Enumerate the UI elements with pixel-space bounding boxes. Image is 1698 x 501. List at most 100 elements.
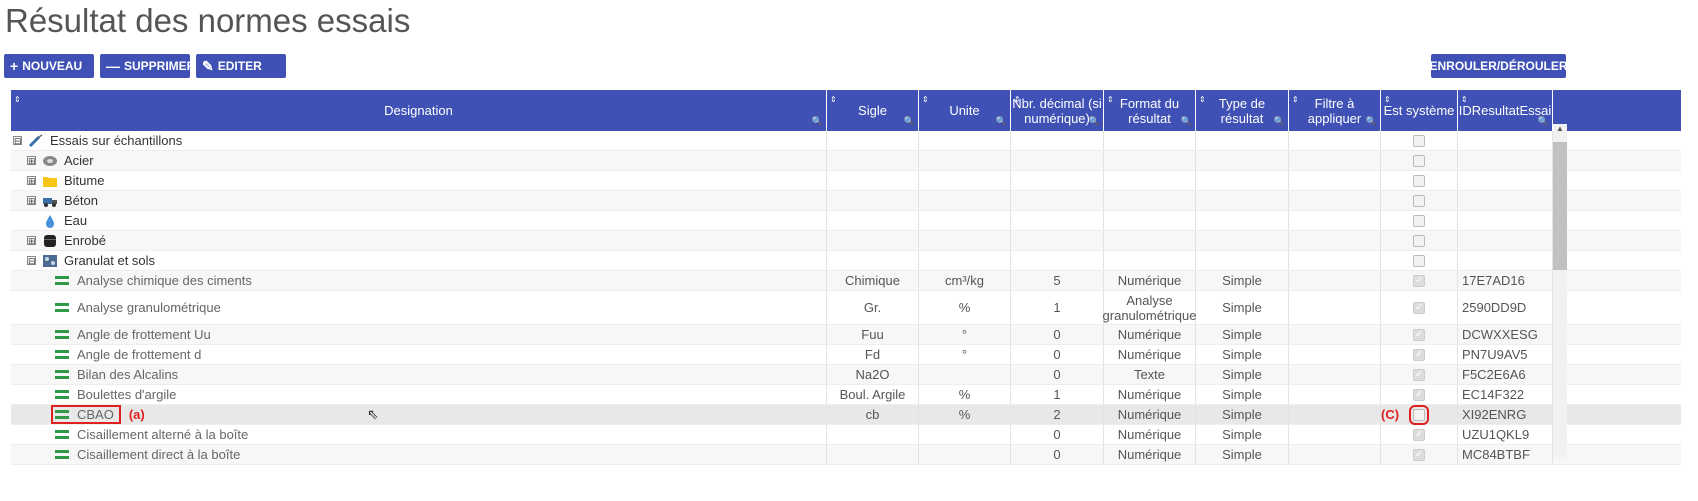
table-row[interactable]: Analyse granulométrique Gr.% 1 Analyse gran… — [11, 291, 1681, 325]
expand-toggle-icon[interactable]: ⊞ — [27, 156, 36, 166]
table-row[interactable]: Boulettes d'argile Boul. Argile% 1 Numériqu… — [11, 385, 1681, 405]
leaf-name: CBAO — [77, 407, 114, 422]
system-checkbox[interactable] — [1413, 427, 1425, 442]
leaf-name: Analyse granulométrique — [77, 300, 221, 315]
id-cell — [1458, 131, 1553, 150]
system-checkbox[interactable] — [1413, 387, 1425, 402]
system-cell — [1381, 345, 1458, 364]
table-row[interactable]: Angle de frottement Uu Fuu ° 0 Numérique Simp… — [11, 325, 1681, 345]
column-header-decimals[interactable]: ⇕ Nbr. décimal (si numérique) 🔍 — [1011, 90, 1104, 131]
sort-icon[interactable]: ⇕ — [922, 92, 929, 107]
column-header-filter[interactable]: ⇕ Filtre à appliquer 🔍 — [1289, 90, 1381, 131]
system-checkbox[interactable] — [1413, 327, 1425, 342]
list-lines-icon — [55, 390, 69, 399]
scrollbar-thumb[interactable] — [1553, 142, 1567, 270]
column-header-type[interactable]: ⇕ Type de résultat 🔍 — [1196, 90, 1289, 131]
system-checkbox[interactable] — [1409, 404, 1429, 425]
tree-row[interactable]: Eau — [11, 211, 1681, 231]
column-header-id[interactable]: ⇕ IDResultatEssai 🔍 — [1458, 90, 1553, 131]
sigle-cell — [827, 191, 919, 210]
tree-row[interactable]: ⊞ Acier — [11, 151, 1681, 171]
filtre-cell — [1289, 291, 1381, 324]
format-cell — [1104, 151, 1196, 170]
filter-search-icon[interactable]: 🔍 — [1366, 114, 1377, 129]
expand-toggle-icon[interactable]: ⊞ — [27, 196, 36, 206]
table-row[interactable]: Analyse chimique des ciments Chimique cm³/… — [11, 271, 1681, 291]
list-lines-icon — [55, 350, 69, 359]
column-header-unite[interactable]: ⇕ Unite 🔍 — [919, 90, 1011, 131]
system-checkbox[interactable] — [1413, 254, 1425, 267]
filtre-cell — [1289, 271, 1381, 290]
format-cell — [1104, 231, 1196, 250]
sigle-cell: Boul. Argile — [827, 385, 919, 404]
sigle-cell: Fuu — [827, 325, 919, 344]
id-cell: DCWXXESG — [1458, 325, 1553, 344]
system-checkbox[interactable] — [1413, 174, 1425, 187]
tree-row[interactable]: ⊞ Bitume — [11, 171, 1681, 191]
designation-cell: Cisaillement alterné à la boîte — [11, 425, 827, 444]
tree-row[interactable]: ⊟ Essais sur échantillons — [11, 131, 1681, 151]
table-row[interactable]: Cisaillement alterné à la boîte 0 Numériqu… — [11, 425, 1681, 445]
tree-row[interactable]: ⊟ Granulat et sols — [11, 251, 1681, 271]
sigle-cell — [827, 151, 919, 170]
system-checkbox[interactable] — [1413, 300, 1425, 315]
table-row[interactable]: Angle de frottement d Fd ° 0 Numérique Simple… — [11, 345, 1681, 365]
system-checkbox[interactable] — [1413, 367, 1425, 382]
sort-icon[interactable]: ⇕ — [830, 92, 837, 107]
delete-button[interactable]: — SUPPRIMER — [100, 54, 195, 78]
scroll-up-arrow-icon[interactable]: ▲ — [1556, 124, 1564, 133]
expand-toggle-icon[interactable]: ⊞ — [27, 176, 36, 186]
filter-search-icon[interactable]: 🔍 — [1181, 114, 1192, 129]
column-header-format[interactable]: ⇕ Format du résultat 🔍 — [1104, 90, 1196, 131]
expand-toggle-icon[interactable]: ⊟ — [13, 136, 22, 146]
filter-search-icon[interactable]: 🔍 — [812, 114, 823, 129]
tree-row[interactable]: ⊞ Enrobé — [11, 231, 1681, 251]
system-cell — [1381, 425, 1458, 444]
tree-node: Eau — [27, 211, 87, 230]
edit-button[interactable]: ✎ EDITER — [196, 54, 286, 78]
dec-cell: 1 — [1011, 291, 1104, 324]
expand-collapse-button[interactable]: ENROULER/DÉROULER — [1430, 54, 1568, 78]
system-checkbox[interactable] — [1413, 214, 1425, 227]
sort-icon[interactable]: ⇕ — [1292, 92, 1299, 107]
expand-toggle-icon[interactable]: ⊟ — [27, 256, 36, 266]
plus-icon: + — [10, 58, 19, 74]
system-checkbox[interactable] — [1413, 194, 1425, 207]
filter-search-icon[interactable]: 🔍 — [996, 114, 1007, 129]
filter-search-icon[interactable]: 🔍 — [904, 114, 915, 129]
system-checkbox[interactable] — [1413, 154, 1425, 167]
sort-icon[interactable]: ⇕ — [14, 92, 21, 107]
dec-cell — [1011, 171, 1104, 190]
system-checkbox[interactable] — [1413, 273, 1425, 288]
column-header-system[interactable]: ⇕ Est système — [1381, 90, 1458, 131]
new-button[interactable]: + NOUVEAU — [4, 54, 94, 78]
table-row[interactable]: Bilan des Alcalins Na2O 0TexteSimple F5C2E6… — [11, 365, 1681, 385]
dec-cell: 0 — [1011, 365, 1104, 384]
system-checkbox[interactable] — [1413, 234, 1425, 247]
dec-cell — [1011, 151, 1104, 170]
sort-icon[interactable]: ⇕ — [1107, 92, 1114, 107]
table-row[interactable]: Cisaillement direct à la boîte 0 Numérique… — [11, 445, 1681, 465]
system-checkbox[interactable] — [1413, 134, 1425, 147]
expand-toggle-icon[interactable]: ⊞ — [27, 236, 36, 246]
sort-icon[interactable]: ⇕ — [1461, 92, 1468, 107]
table-row[interactable]: CBAO (a) ⇖ cb% 2 Numérique Simple (C) XI92ENRG — [11, 404, 1681, 425]
filter-search-icon[interactable]: 🔍 — [1538, 114, 1549, 129]
mouse-cursor-icon: ⇖ — [367, 406, 379, 422]
tree-row[interactable]: ⊞ Béton — [11, 191, 1681, 211]
tree-node-label: Bitume — [64, 173, 105, 188]
system-checkbox[interactable] — [1413, 347, 1425, 362]
column-header-sigle[interactable]: ⇕ Sigle 🔍 — [827, 90, 919, 131]
tree-node-label: Essais sur échantillons — [50, 133, 183, 148]
system-cell — [1381, 251, 1458, 270]
filter-search-icon[interactable]: 🔍 — [1274, 114, 1285, 129]
column-header-designation[interactable]: ⇕ Designation 🔍 — [11, 90, 827, 131]
system-checkbox[interactable] — [1413, 447, 1425, 462]
filter-search-icon[interactable]: 🔍 — [1089, 114, 1100, 129]
sort-icon[interactable]: ⇕ — [1384, 92, 1391, 107]
format-cell: Analyse granulométrique — [1102, 291, 1197, 324]
sort-icon[interactable]: ⇕ — [1014, 92, 1021, 107]
type-cell — [1196, 191, 1289, 210]
sigle-cell — [827, 131, 919, 150]
sort-icon[interactable]: ⇕ — [1199, 92, 1206, 107]
